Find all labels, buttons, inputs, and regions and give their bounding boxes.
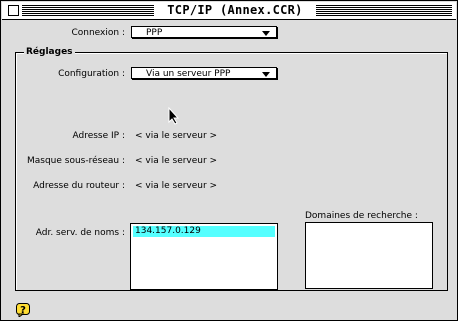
reglages-title: Réglages [24, 47, 75, 57]
routeur-value: < via le serveur > [135, 181, 218, 191]
connexion-popup[interactable]: PPP [131, 26, 277, 38]
masque-label: Masque sous-réseau : [27, 156, 125, 166]
dns-list[interactable]: 134.157.0.129 [130, 223, 278, 290]
configuration-value: Via un serveur PPP [146, 69, 231, 79]
domaines-list[interactable] [305, 222, 433, 289]
close-box-icon[interactable] [8, 5, 19, 16]
popup-arrow-icon [262, 72, 270, 77]
title-bar-stripes-left [22, 5, 154, 16]
help-icon[interactable]: ? [16, 303, 32, 317]
tcpip-window: TCP/IP (Annex.CCR) Connexion : PPP Régla… [0, 0, 458, 321]
dns-list-item[interactable]: 134.157.0.129 [133, 226, 275, 237]
domaines-label: Domaines de recherche : [305, 211, 418, 221]
popup-arrow-icon [262, 31, 270, 36]
window-title: TCP/IP (Annex.CCR) [154, 3, 316, 18]
routeur-label: Adresse du routeur : [33, 181, 125, 191]
connexion-label: Connexion : [71, 28, 125, 38]
configuration-label: Configuration : [58, 69, 125, 79]
adresse-ip-label: Adresse IP : [72, 131, 125, 141]
title-bar[interactable]: TCP/IP (Annex.CCR) [2, 2, 456, 20]
title-bar-stripes-right [316, 5, 452, 16]
svg-text:?: ? [20, 305, 26, 316]
connexion-value: PPP [146, 28, 163, 38]
dns-label: Adr. serv. de noms : [35, 228, 125, 238]
arrow-cursor-icon [168, 107, 180, 125]
configuration-popup[interactable]: Via un serveur PPP [131, 67, 277, 79]
masque-value: < via le serveur > [135, 156, 218, 166]
adresse-ip-value: < via le serveur > [135, 131, 218, 141]
